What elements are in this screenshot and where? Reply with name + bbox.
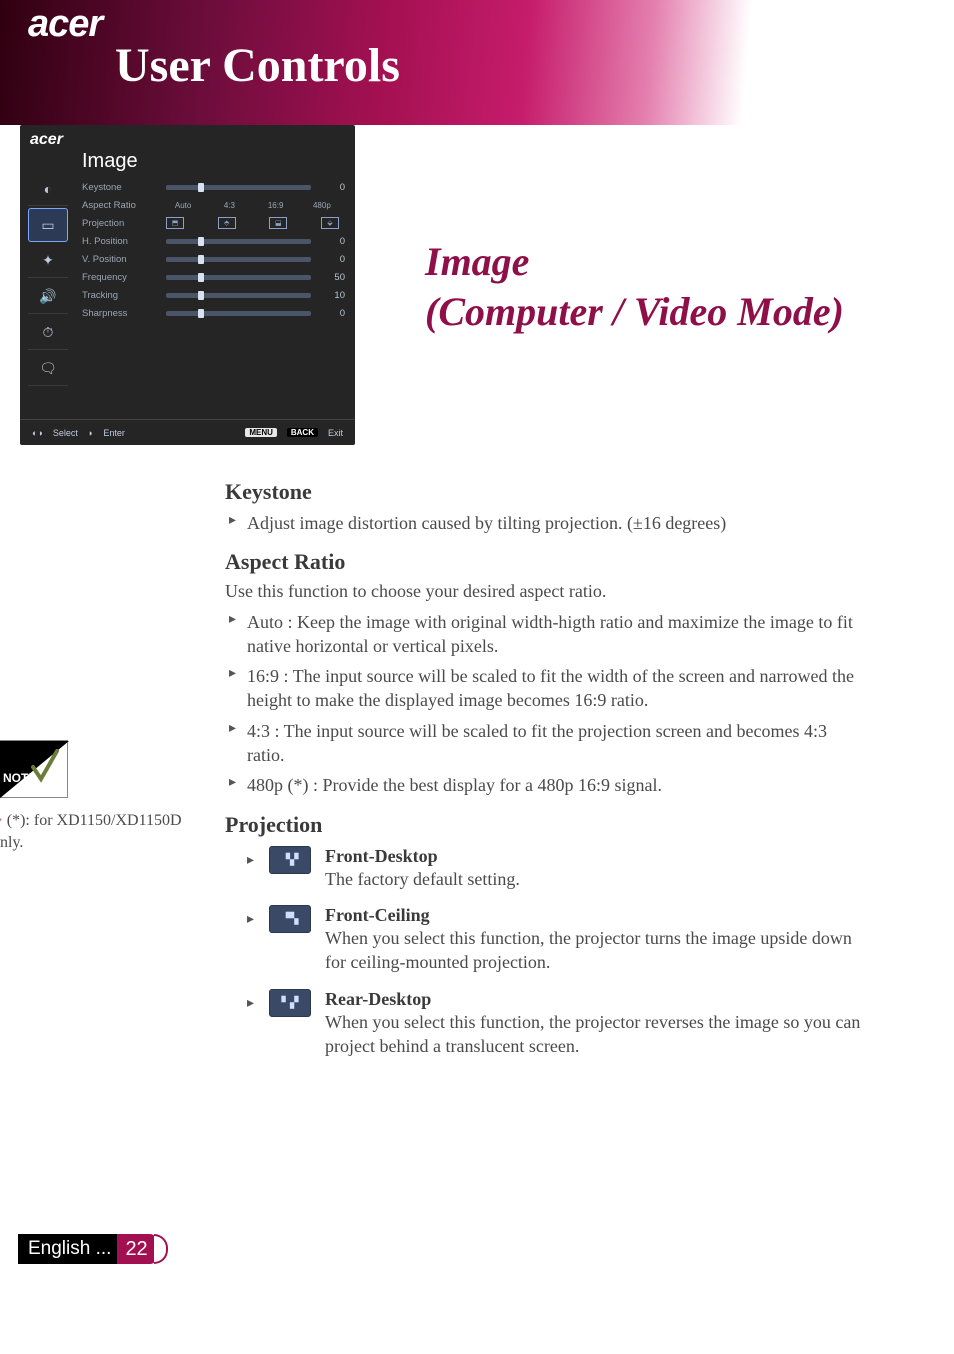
front-ceiling-icon: ▝▚ — [269, 905, 311, 933]
page-number: 22 — [117, 1234, 155, 1264]
proj-front-desktop-icon: ⬒ — [166, 217, 184, 229]
brand-logo: acer — [28, 3, 102, 46]
proj-label: Rear-Desktop — [325, 989, 865, 1010]
osd-tab-strip: ◐ ▭ ✦ 🔊 ⏱ 🗨 — [24, 170, 72, 388]
slider-icon — [166, 257, 311, 262]
osd-screenshot: acer Image ◐ ▭ ✦ 🔊 ⏱ 🗨 Keystone .osd-sli… — [20, 125, 355, 445]
osd-tab-color-icon: ◐ — [28, 172, 68, 206]
heading-keystone: Keystone — [225, 479, 865, 505]
osd-tab-language-icon: 🗨 — [28, 352, 68, 386]
checkmark-icon — [31, 747, 59, 787]
proj-rear-desktop-icon: ⬓ — [269, 217, 287, 229]
heading-projection: Projection — [225, 812, 865, 838]
diamond-bullet-icon: ❖ — [0, 813, 3, 827]
osd-tab-image-icon: ▭ — [28, 208, 68, 242]
proj-item-front-desktop: ▸ ▝▞ Front-Desktop The factory default s… — [247, 846, 865, 891]
proj-desc: The factory default setting. — [325, 867, 865, 891]
osd-tab-timer-icon: ⏱ — [28, 316, 68, 350]
body-column: Keystone Adjust image distortion caused … — [225, 465, 865, 1072]
menu-key-icon: MENU — [245, 428, 277, 437]
bullet-aspect-auto: Auto : Keep the image with original widt… — [225, 610, 865, 659]
page-content: acer Image ◐ ▭ ✦ 🔊 ⏱ 🗨 Keystone .osd-sli… — [0, 125, 954, 150]
note-text: ❖ (*): for XD1150/XD1150D only. — [0, 810, 190, 853]
footer-lang: English ... — [28, 1238, 111, 1260]
enter-arrow-icon: ◗ — [88, 428, 93, 438]
page-footer: English ... 22 — [18, 1234, 160, 1264]
slider-icon — [166, 311, 311, 316]
aspect-intro: Use this function to choose your desired… — [225, 579, 865, 603]
note-badge: NOTE — [0, 740, 68, 798]
slider-icon — [166, 239, 311, 244]
osd-tab-audio-icon: 🔊 — [28, 280, 68, 314]
osd-row-aspect: Aspect Ratio Auto 4:3 16:9 480p — [82, 196, 345, 214]
bullet-keystone: Adjust image distortion caused by tiltin… — [225, 511, 865, 535]
proj-rear-ceiling-icon: ⬙ — [321, 217, 339, 229]
osd-row-sharpness: Sharpness 0 — [82, 304, 345, 322]
proj-label: Front-Ceiling — [325, 905, 865, 926]
osd-row-freq: Frequency 50 — [82, 268, 345, 286]
bullet-aspect-43: 4:3 : The input source will be scaled to… — [225, 719, 865, 768]
proj-front-ceiling-icon: ⬘ — [218, 217, 236, 229]
slider-icon — [166, 293, 311, 298]
proj-item-rear-desktop: ▸ ▘▞ Rear-Desktop When you select this f… — [247, 989, 865, 1059]
proj-desc: When you select this function, the proje… — [325, 926, 865, 975]
proj-label: Front-Desktop — [325, 846, 865, 867]
proj-item-front-ceiling: ▸ ▝▚ Front-Ceiling When you select this … — [247, 905, 865, 975]
osd-row-projection: Projection ⬒ ⬘ ⬓ ⬙ — [82, 214, 345, 232]
osd-row-keystone: Keystone .osd-slider::after{left:var(--p… — [82, 178, 345, 196]
nav-arrows-icon: ◐◑ — [32, 428, 43, 438]
osd-tab-management-icon: ✦ — [28, 244, 68, 278]
bullet-triangle-icon: ▸ — [247, 911, 255, 928]
osd-rows: Keystone .osd-slider::after{left:var(--p… — [82, 178, 345, 322]
footer-cap-icon — [154, 1234, 168, 1264]
bullet-triangle-icon: ▸ — [247, 995, 255, 1012]
osd-menu-title: Image — [82, 150, 138, 173]
osd-footer: ◐◑ Select ◗ Enter MENU BACK Exit — [20, 419, 355, 445]
slider-icon: .osd-slider::after{left:var(--p,22%)} — [166, 185, 311, 190]
page-header: acer User Controls — [0, 0, 954, 125]
page-title: User Controls — [115, 38, 400, 93]
osd-row-tracking: Tracking 10 — [82, 286, 345, 304]
footer-lang-pill: English ... 22 — [18, 1234, 160, 1264]
bullet-aspect-480p: 480p (*) : Provide the best display for … — [225, 773, 865, 797]
heading-aspect: Aspect Ratio — [225, 549, 865, 575]
bullet-aspect-169: 16:9 : The input source will be scaled t… — [225, 664, 865, 713]
proj-desc: When you select this function, the proje… — [325, 1010, 865, 1059]
bullet-triangle-icon: ▸ — [247, 852, 255, 869]
slider-icon — [166, 275, 311, 280]
back-key-icon: BACK — [287, 428, 318, 437]
rear-desktop-icon: ▘▞ — [269, 989, 311, 1017]
section-title: Image (Computer / Video Mode) — [425, 237, 885, 337]
front-desktop-icon: ▝▞ — [269, 846, 311, 874]
note-sidebar: NOTE ❖ (*): for XD1150/XD1150D only. — [0, 740, 190, 853]
osd-brand: acer — [30, 131, 63, 149]
osd-row-hpos: H. Position 0 — [82, 232, 345, 250]
osd-row-vpos: V. Position 0 — [82, 250, 345, 268]
